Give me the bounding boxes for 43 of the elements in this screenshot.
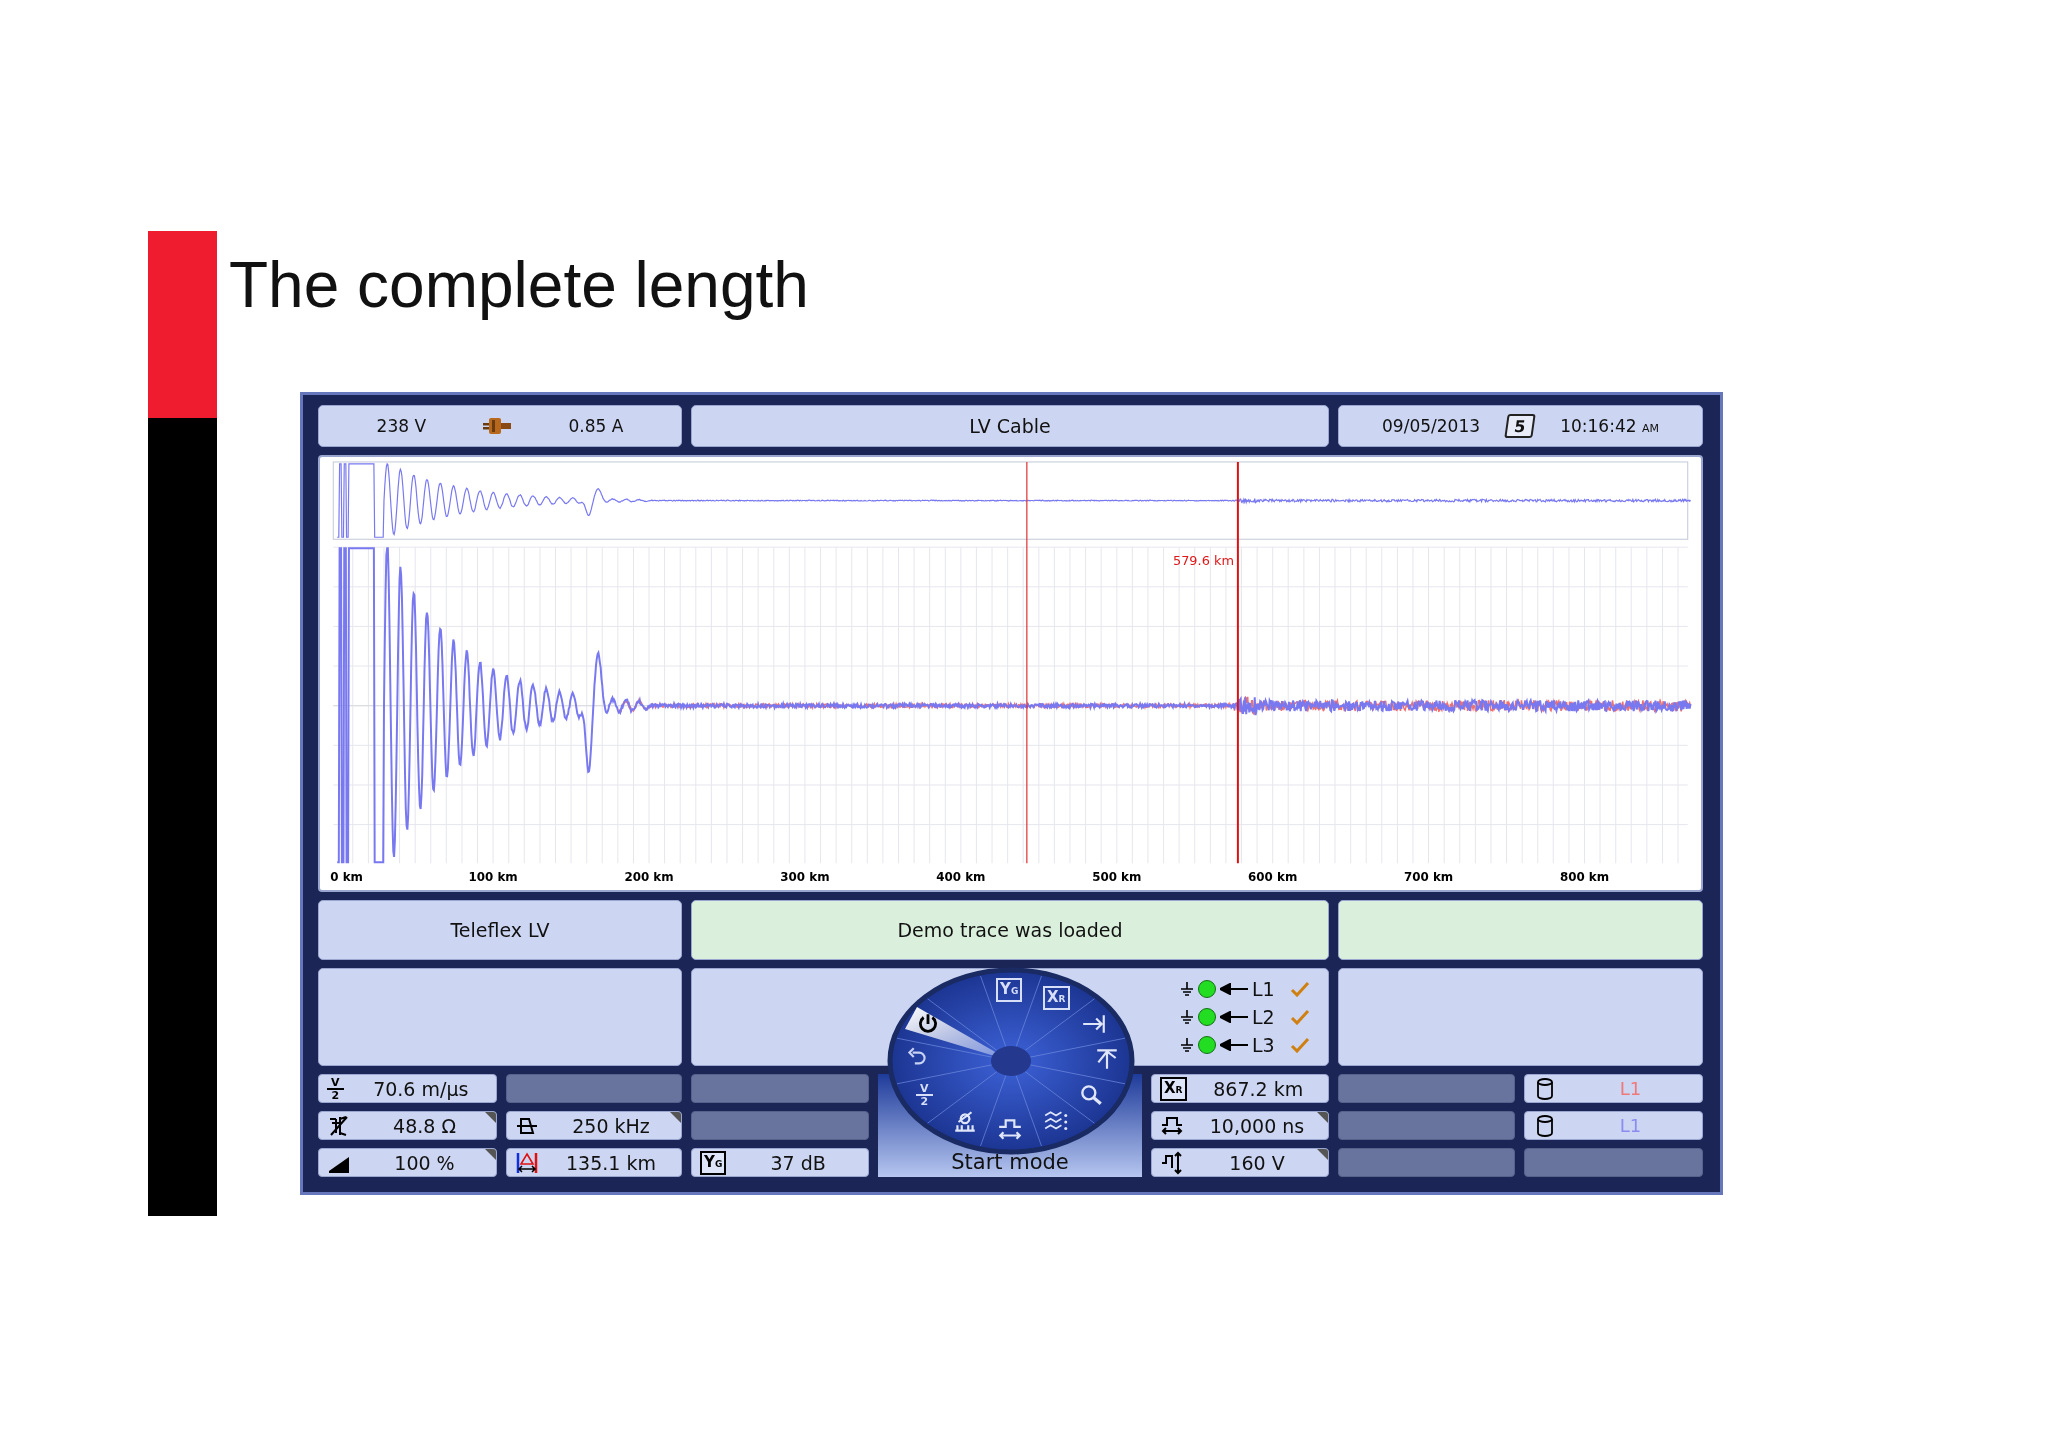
axis-label: 400 km <box>936 870 986 885</box>
pulse-arrow-icon[interactable] <box>997 1116 1023 1142</box>
axis-label: 0 km <box>330 870 363 885</box>
axis-label: 500 km <box>1092 870 1142 885</box>
resistor-icon <box>327 1113 351 1138</box>
parameter-button[interactable]: 135.1 km <box>506 1148 682 1177</box>
mode-wheel[interactable] <box>887 967 1135 1155</box>
date-text: 09/05/2013 <box>1382 416 1480 436</box>
time-text: 10:16:42 AM <box>1560 416 1659 436</box>
phase-label: L1 <box>1252 978 1276 1000</box>
axis-label: 800 km <box>1559 870 1610 885</box>
current-reading: 0.85 A <box>568 416 624 436</box>
parameter-button[interactable]: 160 V <box>1151 1148 1329 1177</box>
calendar-icon: 5 <box>1504 414 1536 438</box>
search-icon[interactable] <box>1078 1082 1104 1108</box>
plug-icon <box>481 416 514 436</box>
step-voltage-icon <box>1160 1150 1184 1175</box>
parameter-button[interactable]: 100 % <box>318 1148 497 1177</box>
ground-icon <box>1180 981 1194 997</box>
axis-label: 700 km <box>1404 870 1454 885</box>
phase-label: L3 <box>1252 1034 1276 1056</box>
parameter-button[interactable]: 48.8 Ω <box>318 1111 497 1140</box>
antenna-icon[interactable] <box>952 1109 978 1135</box>
axis-label: 100 km <box>468 870 518 885</box>
slide-title: The complete length <box>229 248 810 323</box>
parameter-button[interactable]: 250 kHz <box>506 1111 682 1140</box>
arrow-icon <box>1220 1011 1248 1023</box>
phase-label: L2 <box>1252 1006 1276 1028</box>
voltage-reading: 238 V <box>376 416 427 436</box>
cursor-distance-label: 579.6 km <box>1173 553 1234 568</box>
axis-label: 200 km <box>624 870 674 885</box>
device-name: Teleflex LV <box>318 900 682 960</box>
cursor-distance-icon <box>515 1150 539 1175</box>
arrow-icon <box>1220 1039 1248 1051</box>
parameter-button[interactable]: 10,000 ns <box>1151 1111 1329 1140</box>
status-message: Demo trace was loaded <box>691 900 1329 960</box>
ground-icon <box>1180 1009 1194 1025</box>
axis-label: 300 km <box>780 870 830 885</box>
parameter-button[interactable]: V 2 70.6 m/μs <box>318 1074 497 1103</box>
axis-label: 600 km <box>1248 870 1298 885</box>
ground-icon <box>1180 1037 1194 1053</box>
cable-type-title: LV Cable <box>691 405 1329 447</box>
arrow-icon <box>1220 983 1248 995</box>
